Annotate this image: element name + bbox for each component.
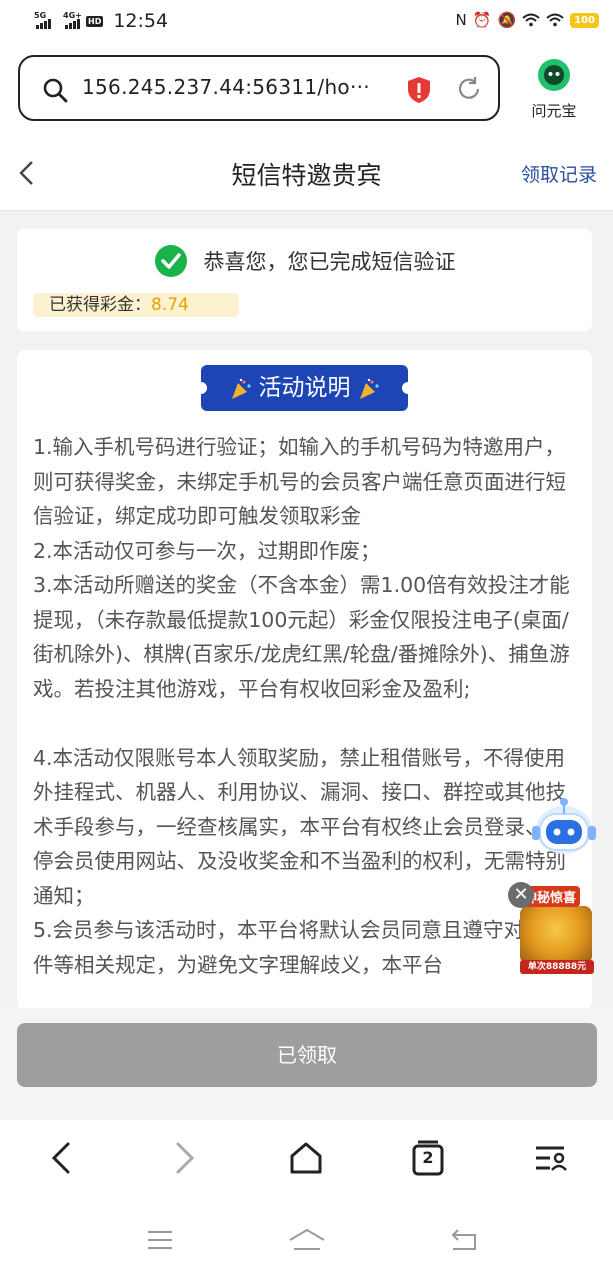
status-bar: 5G 4G+ HD 12:54 N ⏰ 🔕 100 <box>0 0 613 44</box>
signal-4g-icon: 4G+ <box>63 11 82 29</box>
rule-spacer <box>33 706 581 741</box>
forward-icon[interactable] <box>164 1138 204 1178</box>
rule-item: 2.本活动仅可参与一次，过期即作废； <box>33 538 381 563</box>
claim-bar: 已领取 <box>0 1008 613 1120</box>
money-tree-image <box>520 906 592 964</box>
address-bar[interactable]: 156.245.237.44:56311/ho··· <box>18 55 500 121</box>
system-home-icon[interactable] <box>288 1228 326 1252</box>
tab-count: 2 <box>422 1148 434 1167</box>
alarm-icon: ⏰ <box>472 11 492 29</box>
back-icon[interactable] <box>42 1138 82 1178</box>
rule-item: 3.本活动所赠送的奖金（不含本金）需1.00倍有效投注才能提现，（未存款最低提款… <box>33 573 570 701</box>
search-icon <box>43 78 68 103</box>
system-back-icon[interactable] <box>450 1228 478 1252</box>
wifi-icon <box>522 13 540 27</box>
signal-5g-icon: 5G <box>34 11 51 29</box>
party-popper-icon <box>359 378 379 399</box>
wifi-icon <box>546 13 564 27</box>
activity-banner-title: 活动说明 <box>258 375 351 401</box>
ai-assistant-button[interactable]: 问元宝 <box>524 58 584 121</box>
rule-item: 4.本活动仅限账号本人领取奖励，禁止租借账号，不得使用外挂程式、机器人、利用协议… <box>33 745 566 908</box>
security-warning-icon[interactable] <box>406 76 432 104</box>
party-popper-icon <box>231 378 251 399</box>
bonus-label: 已获得彩金： <box>49 295 151 315</box>
rule-item: 1.输入手机号码进行验证；如输入的手机号码为特邀用户，则可获得奖金，未绑定手机号… <box>33 435 566 528</box>
robot-icon <box>532 798 596 854</box>
system-nav-bar <box>0 1200 613 1280</box>
tabs-button[interactable]: 2 <box>408 1138 448 1178</box>
mute-icon: 🔕 <box>497 11 517 29</box>
claim-button[interactable]: 已领取 <box>17 1023 597 1087</box>
clock: 12:54 <box>113 10 169 32</box>
menu-icon[interactable] <box>530 1138 570 1178</box>
rule-item: 5.会员参与该活动时，本平台将默认会员同意且遵守对应条件等相关规定，为避免文字理… <box>33 918 566 977</box>
activity-banner: 活动说明 <box>195 365 414 411</box>
browser-bottom-nav: 2 <box>0 1120 613 1200</box>
hd-voice-badge: HD <box>86 15 104 27</box>
activity-rules: 1.输入手机号码进行验证；如输入的手机号码为特邀用户，则可获得奖金，未绑定手机号… <box>33 430 581 982</box>
bonus-amount: 已获得彩金：8.74 <box>33 293 239 317</box>
verification-card: 恭喜您，您已完成短信验证 已获得彩金：8.74 <box>17 228 592 332</box>
assistant-label: 问元宝 <box>531 102 577 120</box>
success-check-icon <box>154 245 187 277</box>
url-text[interactable]: 156.245.237.44:56311/ho··· <box>82 75 370 99</box>
nfc-icon: N <box>455 11 467 29</box>
promo-prize: 单次88888元 <box>520 960 594 974</box>
bonus-value: 8.74 <box>151 295 189 315</box>
yuanbao-logo-icon <box>538 59 570 91</box>
page-header: 短信特邀贵宾 领取记录 <box>0 134 613 211</box>
battery-indicator: 100 <box>570 12 599 28</box>
recent-apps-icon[interactable] <box>146 1228 174 1252</box>
browser-toolbar: 156.245.237.44:56311/ho··· 问元宝 <box>0 44 613 134</box>
activity-description-card: 活动说明 1.输入手机号码进行验证；如输入的手机号码为特邀用户，则可获得奖金，未… <box>17 350 592 1010</box>
promo-widget[interactable]: 神秘惊喜 单次88888元 ✕ <box>508 880 594 976</box>
claim-records-link[interactable]: 领取记录 <box>521 160 597 187</box>
reload-icon[interactable] <box>456 76 482 102</box>
customer-service-robot-button[interactable] <box>530 792 598 862</box>
home-icon[interactable] <box>286 1138 326 1178</box>
close-icon[interactable]: ✕ <box>508 882 534 908</box>
verification-message: 恭喜您，您已完成短信验证 <box>203 250 456 274</box>
